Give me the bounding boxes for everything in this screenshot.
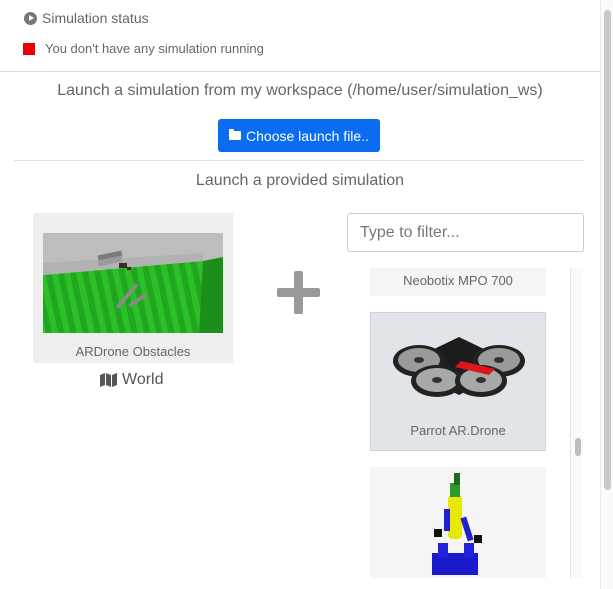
robot-filter-input[interactable]	[347, 213, 584, 252]
world-type-text: World	[122, 371, 164, 388]
choose-launch-file-button[interactable]: Choose launch file..	[218, 119, 380, 152]
world-type-label: World	[100, 371, 164, 389]
simulation-status-line: You don't have any simulation running	[23, 41, 264, 56]
robot-card-humanoid[interactable]	[370, 467, 546, 578]
world-card[interactable]: ARDrone Obstacles	[33, 213, 233, 363]
world-name: ARDrone Obstacles	[75, 344, 191, 359]
page-scroll-thumb[interactable]	[604, 10, 611, 490]
choose-launch-file-label: Choose launch file..	[246, 127, 369, 144]
robot-card-neobotix[interactable]: Neobotix MPO 700	[370, 268, 546, 296]
robot-name: Neobotix MPO 700	[403, 273, 513, 288]
map-icon	[100, 373, 117, 387]
provided-simulation-title: Launch a provided simulation	[195, 172, 405, 189]
folder-icon	[229, 129, 242, 140]
plus-icon	[277, 271, 320, 314]
simulation-status-title: Simulation status	[42, 10, 149, 26]
simulation-status-section: Simulation status You don't have any sim…	[0, 0, 600, 72]
page-scrollbar[interactable]	[600, 0, 613, 589]
simulation-status-message: You don't have any simulation running	[45, 41, 264, 56]
robot-list-scroll-thumb[interactable]	[575, 438, 581, 456]
simulation-status-header[interactable]: Simulation status	[24, 10, 149, 26]
section-divider	[14, 160, 584, 161]
robot-name: Parrot AR.Drone	[410, 423, 506, 438]
world-thumbnail	[43, 233, 223, 333]
robot-card-parrot-ardrone[interactable]: Parrot AR.Drone	[370, 312, 546, 451]
robot-thumbnail	[393, 337, 525, 397]
play-circle-icon	[24, 11, 37, 25]
workspace-launch-title: Launch a simulation from my workspace (/…	[57, 82, 543, 99]
robot-list-scrollbar[interactable]	[570, 268, 583, 578]
robot-thumbnail	[432, 473, 482, 575]
robot-list[interactable]: Neobotix MPO 700 Parrot AR.Drone	[352, 268, 584, 578]
status-indicator-icon	[23, 42, 35, 55]
